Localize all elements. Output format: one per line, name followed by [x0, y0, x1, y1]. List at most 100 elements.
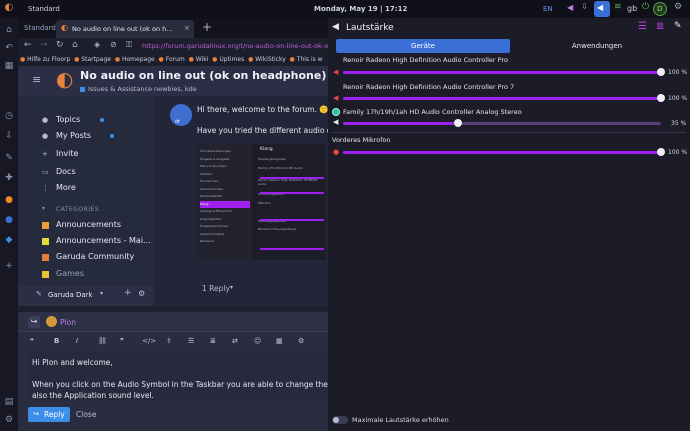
date-icon[interactable]: ▦ — [276, 338, 283, 345]
pin-icon[interactable]: ✎ — [674, 22, 682, 31]
category-item[interactable]: Announcements — [56, 220, 121, 229]
shield-icon[interactable]: ◈ — [94, 41, 100, 49]
muted-speaker-icon[interactable]: ◀ — [333, 94, 338, 102]
bookmark-item[interactable]: Startpage — [81, 56, 111, 63]
list-icon[interactable]: ≣ — [656, 22, 664, 32]
home-icon[interactable]: ⌂ — [72, 41, 78, 50]
code-icon[interactable]: </> — [142, 338, 156, 345]
clock[interactable]: Monday, May 19 | 17:12 — [314, 5, 407, 13]
composer-username[interactable]: Plon — [60, 318, 76, 327]
numbered-list-icon[interactable]: ≣ — [210, 338, 216, 345]
keyboard-layout[interactable]: gb — [627, 4, 637, 13]
quote-icon[interactable]: ❝ — [30, 338, 34, 345]
url-bar[interactable]: https://forum.garudalinux.org/t/no-audio… — [136, 39, 328, 53]
tab-applications[interactable]: Anwendungen — [510, 39, 684, 53]
bullet-list-icon[interactable]: ☰ — [188, 338, 194, 345]
garuda-logo-icon[interactable]: ◐ — [3, 3, 15, 15]
nav-invite[interactable]: Invite — [56, 149, 78, 158]
volume-slider-knob[interactable] — [657, 68, 665, 76]
nav-my-posts[interactable]: My Posts — [56, 131, 91, 140]
gear-icon[interactable]: ⚙ — [3, 414, 15, 426]
reload-icon[interactable]: ↻ — [56, 41, 64, 50]
bookmark-item[interactable]: Wiki — [196, 56, 209, 63]
category-item[interactable]: Announcements - Mai... — [56, 236, 151, 245]
hamburger-icon[interactable]: ≡ — [32, 74, 41, 85]
gear-icon[interactable]: ⚙ — [138, 290, 145, 298]
topic-title[interactable]: No audio on line out (ok on headphone) — [80, 69, 326, 82]
bookmark-item[interactable]: Homepage — [122, 56, 155, 63]
bookmark-item[interactable]: This is w — [297, 56, 323, 63]
tracking-icon[interactable]: ⊘ — [110, 41, 117, 49]
pen-icon[interactable]: ✎ — [3, 152, 15, 164]
home-icon[interactable]: ⌂ — [3, 24, 15, 36]
garuda-logo-icon[interactable]: ◐ — [56, 69, 73, 89]
link-icon[interactable]: ⛓ — [98, 338, 107, 345]
lock-icon[interactable]: ⚿ — [126, 41, 132, 49]
theme-selector[interactable]: Garuda Dark — [48, 291, 93, 299]
swap-icon[interactable]: ⇄ — [232, 338, 238, 345]
add-icon[interactable]: + — [124, 289, 132, 298]
topic-tags[interactable]: newbies, kde — [154, 85, 197, 93]
bookmark-item[interactable]: Uptimes — [219, 56, 244, 63]
bookmark-item[interactable]: WikiSticky — [255, 56, 286, 63]
bookmark-item[interactable]: Hilfe zu Floorp — [27, 56, 70, 63]
italic-icon[interactable]: I — [76, 338, 78, 345]
app-blue-icon[interactable]: ◆ — [3, 234, 15, 246]
reply-arrow-icon[interactable]: ↪ — [28, 316, 40, 328]
mic-slider-knob[interactable] — [657, 148, 665, 156]
language-indicator[interactable]: EN — [543, 5, 553, 13]
chevron-down-icon[interactable]: ▾ — [42, 206, 45, 212]
firefox-icon[interactable]: ● — [3, 194, 15, 206]
muted-microphone-icon[interactable]: ● — [333, 148, 339, 156]
sliders-icon[interactable]: ☰ — [638, 22, 647, 32]
upload-icon[interactable]: ⇪ — [166, 338, 172, 345]
nav-more[interactable]: More — [56, 183, 76, 192]
puzzle-icon[interactable]: ✚ — [3, 172, 15, 184]
new-tab-icon[interactable]: + — [202, 21, 212, 33]
settings-icon[interactable]: ⚙ — [674, 3, 682, 12]
categories-header[interactable]: CATEGORIES — [56, 206, 99, 213]
nav-topics[interactable]: Topics — [56, 115, 80, 124]
chevron-down-icon[interactable]: ▾ — [230, 285, 233, 291]
reply-button[interactable]: ↪ Reply — [28, 407, 70, 422]
wifi-icon[interactable]: ≋ — [614, 3, 622, 12]
dock-grid-icon[interactable]: ▦ — [3, 60, 15, 72]
gear-icon[interactable]: ⚙ — [298, 338, 304, 345]
device-default-radio[interactable] — [332, 108, 340, 116]
volume-slider-knob[interactable] — [657, 94, 665, 102]
download-icon[interactable]: ⇩ — [581, 3, 588, 11]
tab-inactive[interactable]: Standard — [24, 24, 56, 32]
forward-arrow-icon[interactable]: → — [40, 41, 48, 50]
back-icon[interactable]: ↶ — [3, 42, 15, 54]
max-volume-toggle[interactable] — [332, 416, 348, 424]
topic-category[interactable]: Issues & Assistance — [88, 85, 152, 93]
emoji-icon[interactable]: ☺ — [254, 338, 261, 345]
close-button[interactable]: Close — [76, 410, 96, 419]
tab-close-icon[interactable]: × — [184, 25, 190, 32]
volume-slider-knob[interactable] — [454, 119, 462, 127]
nav-docs[interactable]: Docs — [56, 167, 76, 176]
bold-icon[interactable]: B — [54, 338, 59, 345]
history-icon[interactable]: ◷ — [3, 110, 15, 122]
tab-applications-label: Anwendungen — [571, 42, 623, 50]
app-icon[interactable]: ● — [3, 214, 15, 226]
muted-speaker-icon[interactable]: ◀ — [333, 68, 338, 76]
bookmark-item[interactable]: Forum — [166, 56, 185, 63]
speaker-icon[interactable]: ◀ — [567, 4, 573, 12]
category-item[interactable]: Games — [56, 269, 84, 278]
power-icon[interactable]: ⏻ — [642, 3, 649, 12]
download-icon[interactable]: ⇩ — [3, 130, 15, 142]
post-avatar[interactable] — [170, 104, 192, 126]
add-icon[interactable]: + — [3, 260, 15, 272]
chevron-down-icon[interactable]: ▾ — [100, 291, 103, 297]
replies-count[interactable]: 1 Reply — [202, 284, 230, 293]
tab-active[interactable]: ◐ No audio on line out (ok on h... × — [56, 20, 194, 38]
post-screenshot[interactable]: Klang Schnelleinstellungen Eingabe & Aus… — [196, 144, 326, 260]
category-item[interactable]: Garuda Community — [56, 252, 134, 261]
back-arrow-icon[interactable]: ← — [24, 41, 32, 50]
tab-devices[interactable]: Geräte — [336, 39, 510, 53]
speaker-icon[interactable]: ◀ — [333, 119, 338, 126]
blockquote-icon[interactable]: ❞ — [120, 338, 124, 345]
sidebar-icon[interactable]: ▤ — [3, 396, 15, 408]
workspace-label[interactable]: Standard — [28, 5, 60, 13]
